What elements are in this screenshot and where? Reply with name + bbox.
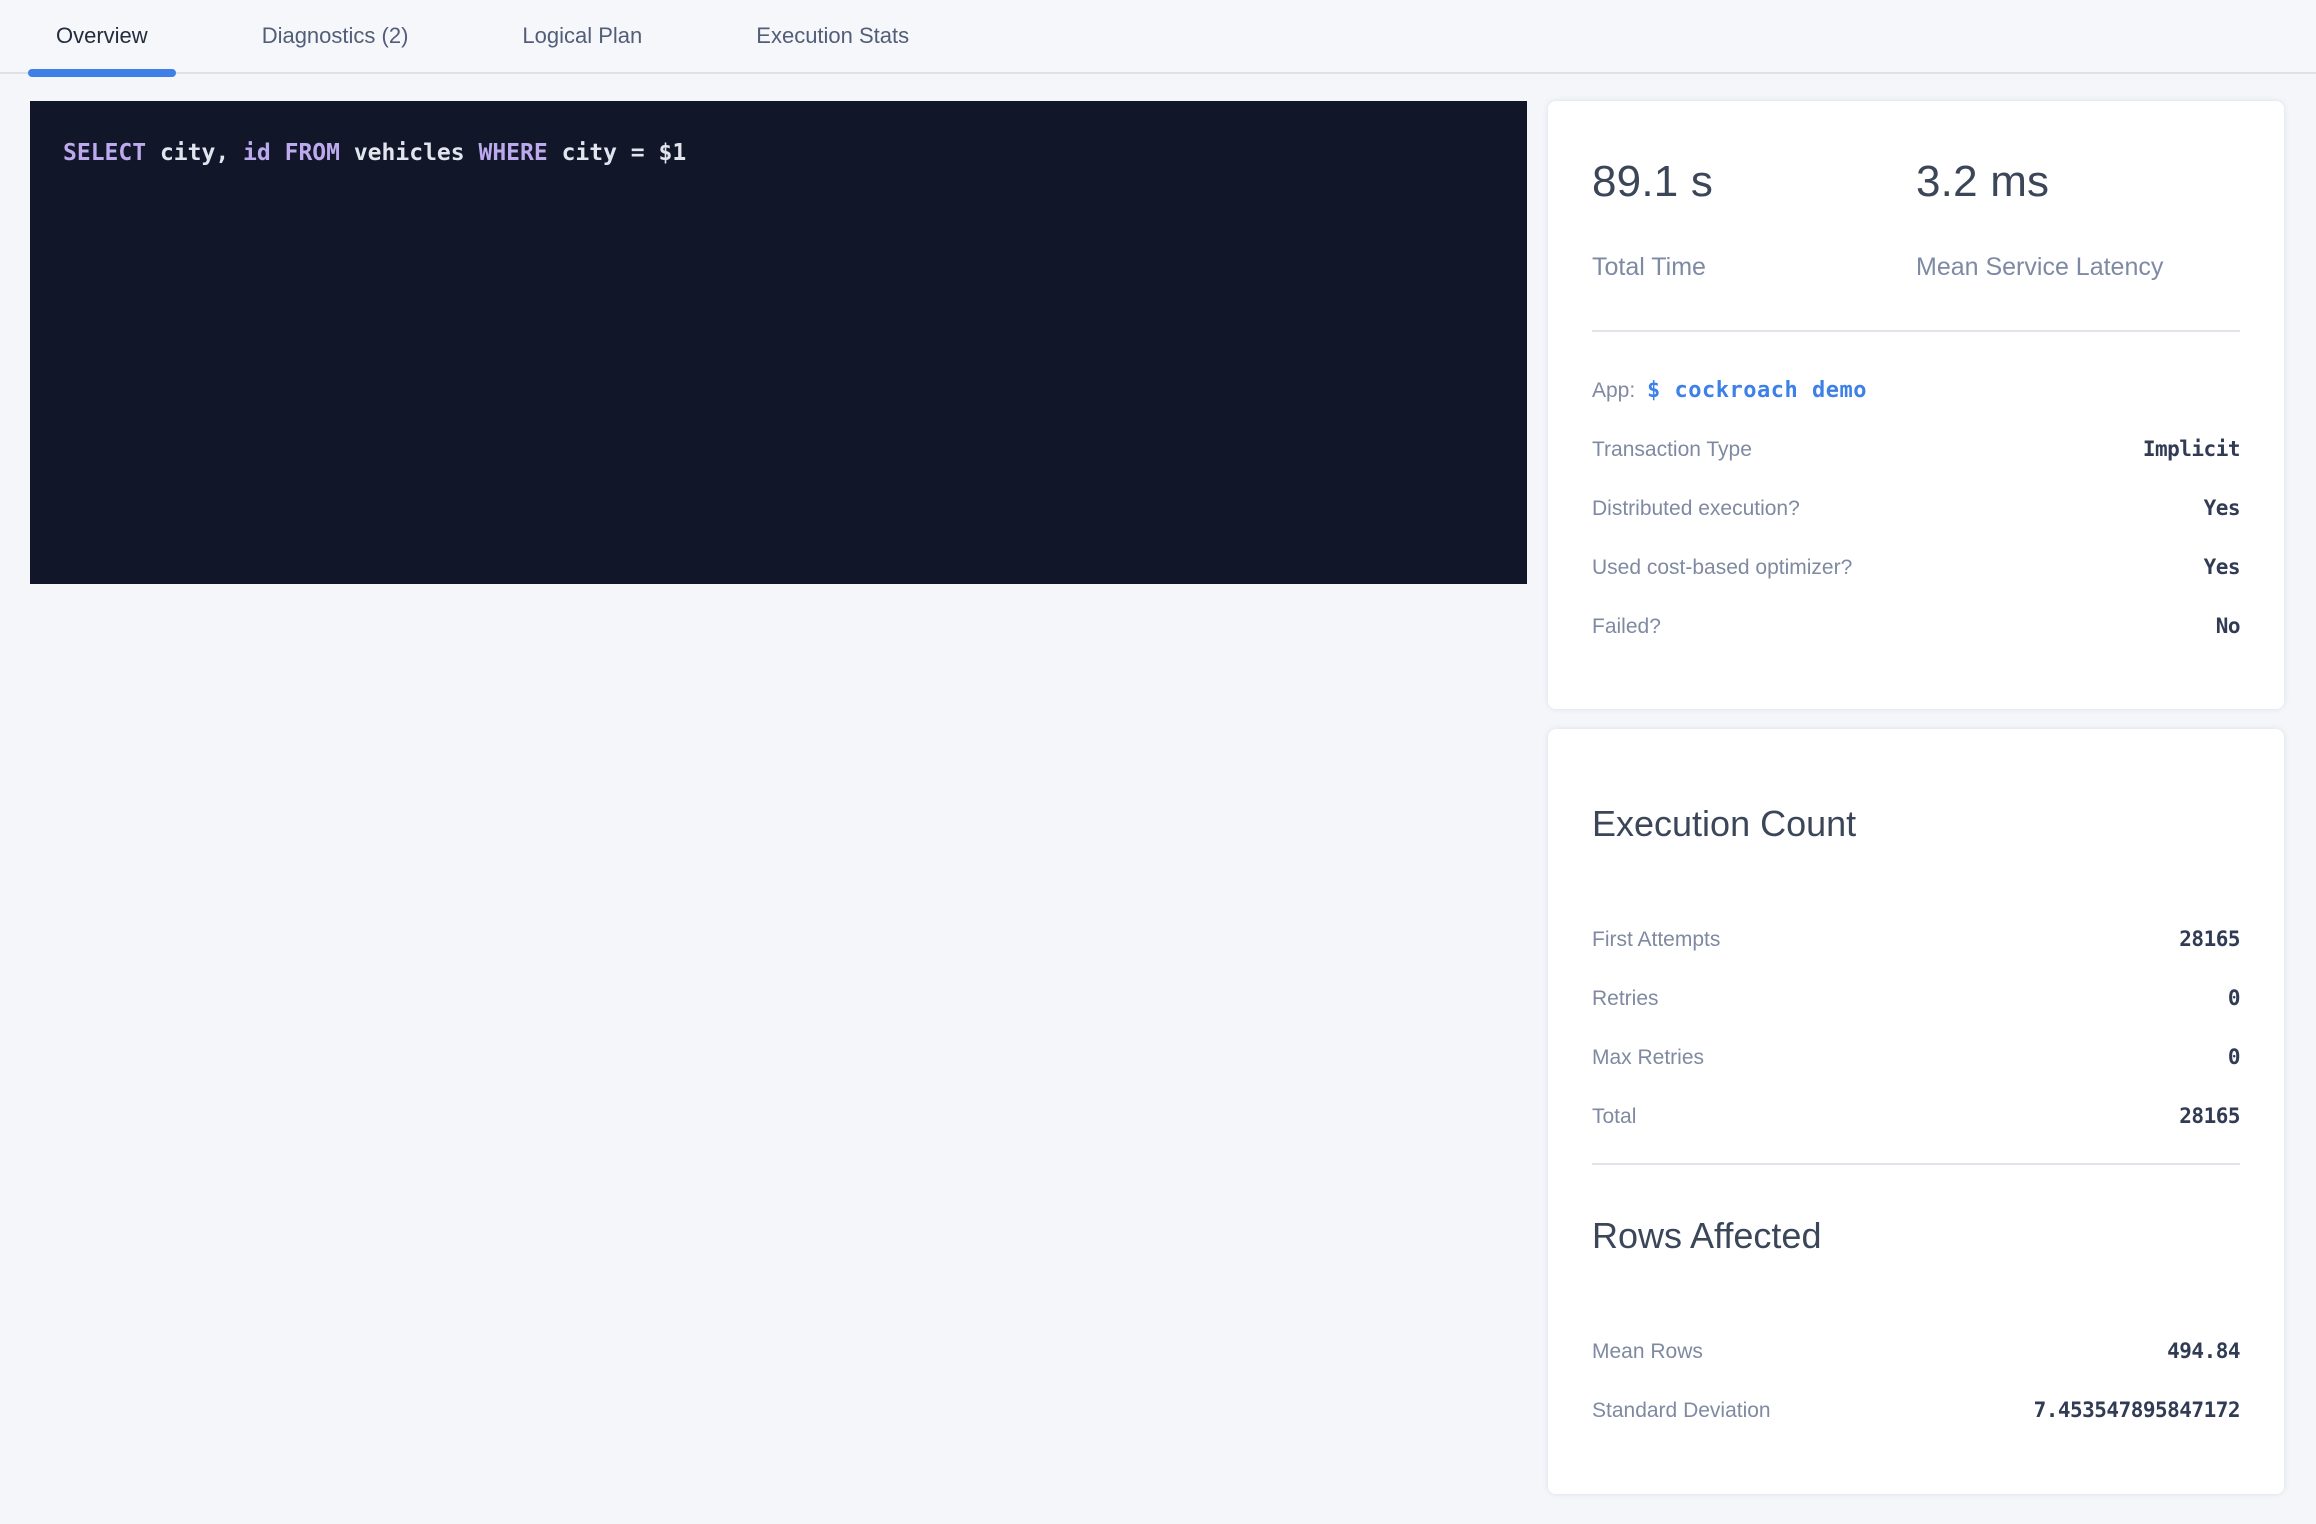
sql-token-keyword: WHERE [478, 140, 547, 166]
statement-overview-content: SELECT city, id FROM vehicles WHERE city… [0, 74, 2316, 1494]
sql-token-keyword: id [243, 140, 271, 166]
app-row: App: $ cockroach demo [1592, 378, 2240, 403]
max-retries-value: 0 [2228, 1045, 2240, 1069]
failed-row: Failed? No [1592, 614, 2240, 639]
failed-value: No [2216, 614, 2240, 638]
transaction-type-value: Implicit [2143, 437, 2240, 461]
standard-deviation-label: Standard Deviation [1592, 1399, 1771, 1423]
standard-deviation-value: 7.453547895847172 [2034, 1398, 2240, 1422]
total-time-metric: 89.1 s Total Time [1592, 157, 1916, 282]
first-attempts-label: First Attempts [1592, 928, 1720, 952]
tab-execution-stats[interactable]: Execution Stats [728, 0, 937, 72]
retries-label: Retries [1592, 987, 1659, 1011]
app-link[interactable]: $ cockroach demo [1647, 378, 1867, 403]
sql-token-plain: vehicles [340, 140, 478, 166]
retries-row: Retries 0 [1592, 986, 2240, 1011]
summary-divider [1592, 330, 2240, 332]
mean-rows-row: Mean Rows 494.84 [1592, 1339, 2240, 1364]
max-retries-label: Max Retries [1592, 1046, 1704, 1070]
rows-affected-title: Rows Affected [1592, 1215, 2240, 1257]
statement-summary-card: 89.1 s Total Time 3.2 ms Mean Service La… [1548, 101, 2284, 709]
distributed-execution-label: Distributed execution? [1592, 497, 1800, 521]
rows-affected-rows: Mean Rows 494.84 Standard Deviation 7.45… [1592, 1339, 2240, 1423]
summary-rows: App: $ cockroach demo Transaction Type I… [1592, 378, 2240, 639]
cost-based-optimizer-value: Yes [2204, 555, 2240, 579]
tab-overview[interactable]: Overview [28, 0, 176, 72]
first-attempts-value: 28165 [2179, 927, 2240, 951]
transaction-type-row: Transaction Type Implicit [1592, 437, 2240, 462]
tab-logical-plan[interactable]: Logical Plan [494, 0, 670, 72]
failed-label: Failed? [1592, 615, 1661, 639]
total-time-value: 89.1 s [1592, 157, 1916, 207]
stats-divider [1592, 1163, 2240, 1165]
execution-count-rows: First Attempts 28165 Retries 0 Max Retri… [1592, 927, 2240, 1129]
execution-count-title: Execution Count [1592, 803, 2240, 845]
execution-stats-card: Execution Count First Attempts 28165 Ret… [1548, 729, 2284, 1494]
tab-bar: Overview Diagnostics (2) Logical Plan Ex… [0, 0, 2316, 74]
sql-token-plain: city = $1 [548, 140, 686, 166]
cost-based-optimizer-label: Used cost-based optimizer? [1592, 556, 1852, 580]
distributed-execution-value: Yes [2204, 496, 2240, 520]
first-attempts-row: First Attempts 28165 [1592, 927, 2240, 952]
mean-rows-value: 494.84 [2167, 1339, 2240, 1363]
tab-diagnostics[interactable]: Diagnostics (2) [234, 0, 437, 72]
mean-latency-metric: 3.2 ms Mean Service Latency [1916, 157, 2240, 282]
sql-token-plain [271, 140, 285, 166]
mean-latency-label: Mean Service Latency [1916, 253, 2240, 282]
app-label: App: [1592, 379, 1635, 402]
retries-value: 0 [2228, 986, 2240, 1010]
mean-rows-label: Mean Rows [1592, 1340, 1703, 1364]
total-row: Total 28165 [1592, 1104, 2240, 1129]
standard-deviation-row: Standard Deviation 7.453547895847172 [1592, 1398, 2240, 1423]
summary-sidebar: 89.1 s Total Time 3.2 ms Mean Service La… [1548, 101, 2284, 1494]
metrics-row: 89.1 s Total Time 3.2 ms Mean Service La… [1592, 157, 2240, 282]
sql-token-keyword: FROM [285, 140, 340, 166]
sql-statement-box: SELECT city, id FROM vehicles WHERE city… [30, 101, 1527, 584]
sql-token-plain: city, [146, 140, 243, 166]
total-value: 28165 [2179, 1104, 2240, 1128]
sql-token-keyword: SELECT [63, 140, 146, 166]
transaction-type-label: Transaction Type [1592, 438, 1752, 462]
distributed-execution-row: Distributed execution? Yes [1592, 496, 2240, 521]
total-label: Total [1592, 1105, 1636, 1129]
mean-latency-value: 3.2 ms [1916, 157, 2240, 207]
max-retries-row: Max Retries 0 [1592, 1045, 2240, 1070]
cost-based-optimizer-row: Used cost-based optimizer? Yes [1592, 555, 2240, 580]
total-time-label: Total Time [1592, 253, 1916, 282]
